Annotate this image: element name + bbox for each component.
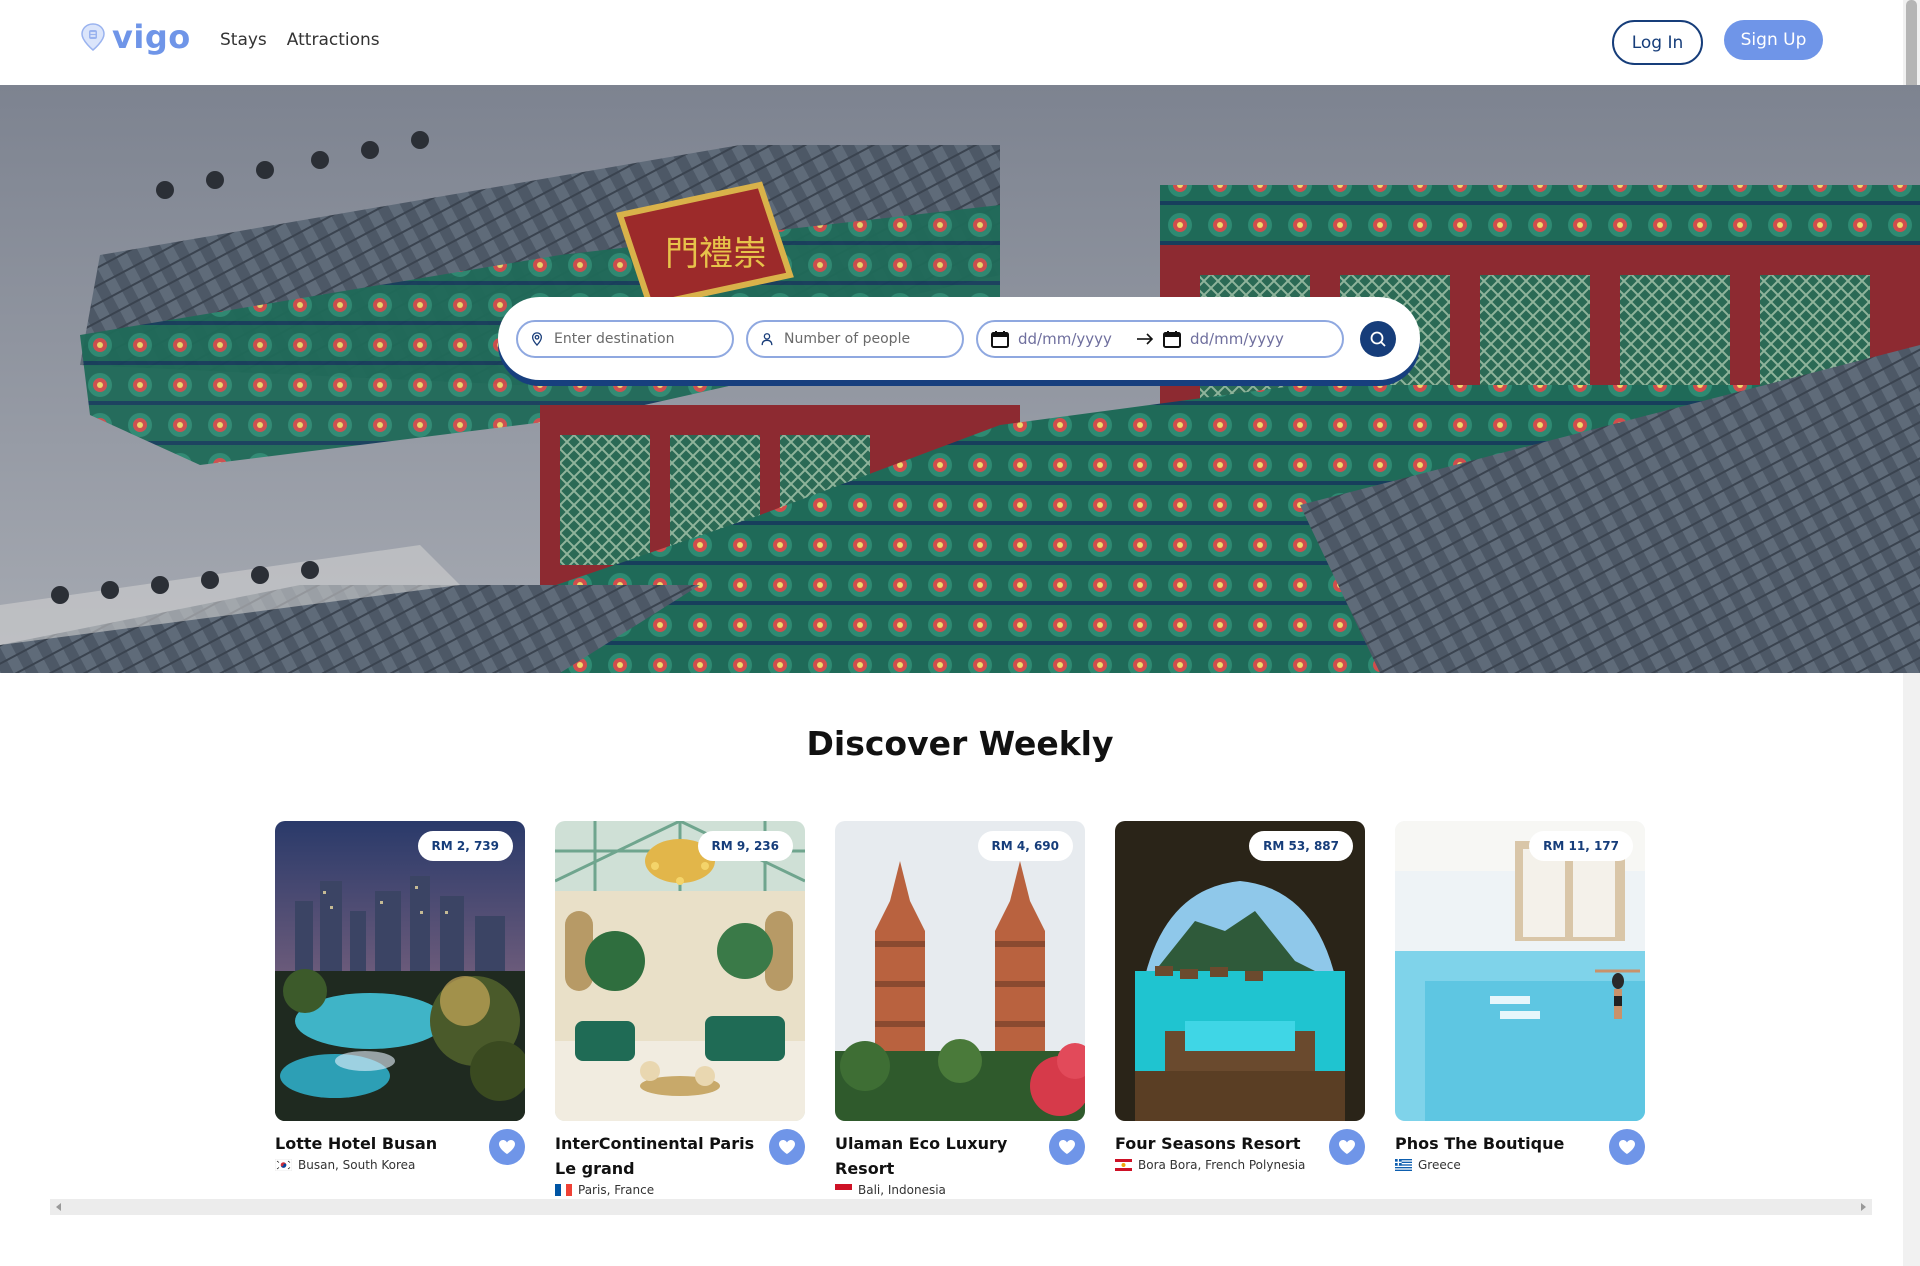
calendar-icon [1163, 330, 1181, 348]
checkout-date-input[interactable]: dd/mm/yyyy [1190, 330, 1300, 348]
hotel-image[interactable]: RM 9, 236 [555, 821, 805, 1121]
location-text: Bali, Indonesia [858, 1183, 946, 1197]
favorite-button[interactable] [769, 1129, 805, 1165]
date-range-field[interactable]: dd/mm/yyyy dd/mm/yyyy [976, 319, 1344, 358]
hotel-location: Bora Bora, French Polynesia [1115, 1158, 1365, 1172]
logo[interactable]: vigo [80, 18, 191, 56]
site-header: vigo Stays Attractions Log In Sign Up [0, 0, 1903, 85]
hotel-image[interactable]: RM 2, 739 [275, 821, 525, 1121]
hotel-location: Busan, South Korea [275, 1158, 525, 1172]
scroll-left-arrow-icon[interactable] [56, 1203, 61, 1211]
hotel-image[interactable]: RM 53, 887 [1115, 821, 1365, 1121]
french-polynesia-flag-icon [1115, 1159, 1132, 1171]
hero-banner: 門禮崇 Enter destination Number of people d… [0, 85, 1920, 673]
france-flag-icon [555, 1184, 572, 1196]
hotel-name[interactable]: Ulaman Eco Luxury Resort [835, 1131, 1035, 1181]
hotel-name[interactable]: InterContinental Paris Le grand [555, 1131, 755, 1181]
search-icon [1370, 331, 1386, 347]
main-nav: Stays Attractions [220, 30, 380, 50]
nav-stays[interactable]: Stays [220, 30, 267, 50]
hotel-card[interactable]: RM 9, 236 InterContinental Paris Le gran… [555, 821, 805, 1197]
people-input[interactable] [783, 330, 950, 347]
hotel-card[interactable]: RM 4, 690 Ulaman Eco Luxury Resort Bali,… [835, 821, 1085, 1197]
location-icon [531, 331, 543, 346]
scroll-right-arrow-icon[interactable] [1861, 1203, 1866, 1211]
south-korea-flag-icon [275, 1159, 292, 1171]
section-title: Discover Weekly [806, 724, 1114, 763]
person-icon [761, 332, 773, 345]
hotel-image[interactable]: RM 11, 177 [1395, 821, 1645, 1121]
favorite-button[interactable] [1329, 1129, 1365, 1165]
destination-input[interactable] [553, 330, 720, 347]
hotel-location: Paris, France [555, 1183, 805, 1197]
favorite-button[interactable] [1609, 1129, 1645, 1165]
price-badge: RM 9, 236 [697, 831, 793, 861]
hotel-card[interactable]: RM 53, 887 Four Seasons Resort Bora Bora… [1115, 821, 1365, 1197]
heart-icon [499, 1140, 515, 1154]
nav-attractions[interactable]: Attractions [287, 30, 380, 50]
location-text: Paris, France [578, 1183, 655, 1197]
location-text: Busan, South Korea [298, 1158, 416, 1172]
location-pin-icon [81, 23, 105, 51]
discover-cards: RM 2, 739 Lotte Hotel Busan Busan, South… [275, 821, 1645, 1197]
hotel-image[interactable]: RM 4, 690 [835, 821, 1085, 1121]
heart-icon [1059, 1140, 1075, 1154]
search-button[interactable] [1360, 320, 1396, 357]
signup-button[interactable]: Sign Up [1724, 20, 1823, 60]
indonesia-flag-icon [835, 1184, 852, 1196]
price-badge: RM 2, 739 [417, 831, 513, 861]
price-badge: RM 11, 177 [1529, 831, 1633, 861]
price-badge: RM 53, 887 [1249, 831, 1353, 861]
heart-icon [1339, 1140, 1355, 1154]
login-button[interactable]: Log In [1612, 20, 1703, 65]
greece-flag-icon [1395, 1159, 1412, 1171]
hotel-card[interactable]: RM 2, 739 Lotte Hotel Busan Busan, South… [275, 821, 525, 1197]
favorite-button[interactable] [489, 1129, 525, 1165]
arrow-right-icon [1137, 332, 1154, 345]
hotel-location: Greece [1395, 1158, 1645, 1172]
location-text: Greece [1418, 1158, 1461, 1172]
people-field[interactable] [746, 319, 964, 358]
horizontal-scrollbar[interactable] [50, 1199, 1872, 1215]
hotel-name[interactable]: Four Seasons Resort [1115, 1131, 1315, 1156]
destination-field[interactable] [516, 319, 734, 358]
hotel-name[interactable]: Lotte Hotel Busan [275, 1131, 475, 1156]
hotel-name[interactable]: Phos The Boutique [1395, 1131, 1595, 1156]
heart-icon [779, 1140, 795, 1154]
brand-name: vigo [112, 18, 191, 56]
hotel-card[interactable]: RM 11, 177 Phos The Boutique Greece [1395, 821, 1645, 1197]
checkin-date-input[interactable]: dd/mm/yyyy [1018, 330, 1128, 348]
price-badge: RM 4, 690 [977, 831, 1073, 861]
search-bar: dd/mm/yyyy dd/mm/yyyy [498, 297, 1420, 380]
favorite-button[interactable] [1049, 1129, 1085, 1165]
svg-text:門禮崇: 門禮崇 [665, 234, 767, 274]
hotel-location: Bali, Indonesia [835, 1183, 1085, 1197]
calendar-icon [991, 330, 1009, 348]
location-text: Bora Bora, French Polynesia [1138, 1158, 1306, 1172]
heart-icon [1619, 1140, 1635, 1154]
